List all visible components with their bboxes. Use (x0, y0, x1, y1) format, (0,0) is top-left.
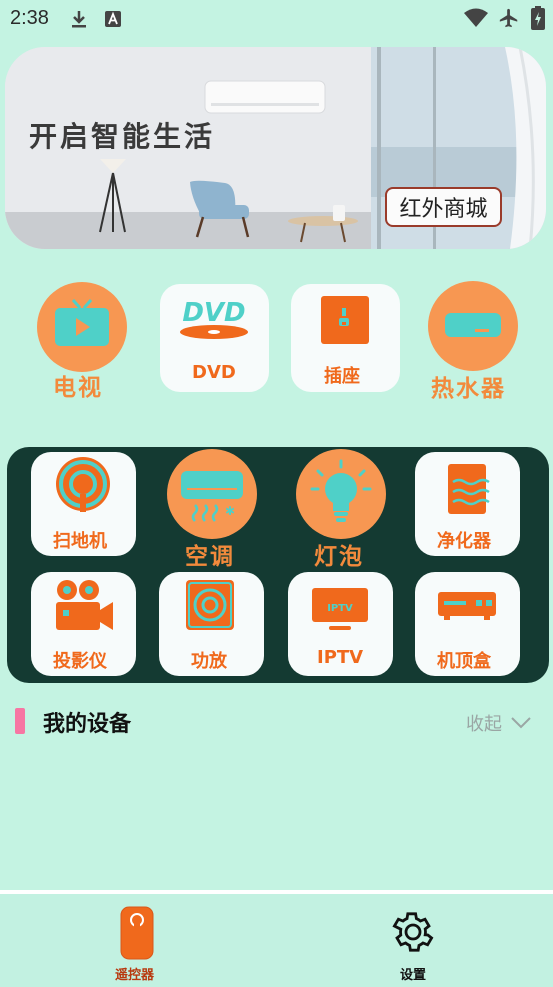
status-bar: 2:38 (0, 0, 553, 38)
projector-icon (56, 580, 113, 630)
category-dvd[interactable]: DVD DVD (160, 284, 269, 392)
airplane-icon (499, 8, 518, 28)
robot-vacuum-icon (56, 457, 110, 512)
category-label: 功放 (191, 651, 227, 672)
status-time: 2:38 (10, 7, 49, 29)
category-amplifier[interactable]: 功放 (159, 572, 264, 676)
svg-text:✱: ✱ (225, 504, 235, 518)
category-label: 投影仪 (53, 651, 107, 672)
category-label: 扫地机 (53, 531, 107, 552)
iptv-screen-text: IPTV (327, 603, 353, 614)
socket-icon (321, 296, 369, 344)
nav-tab-settings[interactable]: 设置 (380, 902, 446, 983)
nav-tab-label: 设置 (400, 968, 427, 983)
category-label: 热水器 (431, 375, 506, 402)
category-projector[interactable]: 投影仪 (31, 572, 136, 676)
nav-tab-label: 遥控器 (115, 968, 155, 983)
category-iptv[interactable]: IPTV IPTV (288, 572, 393, 676)
category-label: 空调 (185, 543, 235, 570)
purifier-icon (448, 464, 490, 514)
battery-icon (531, 6, 545, 30)
a-notification-icon (105, 11, 121, 27)
chevron-down-icon (511, 717, 531, 729)
download-icon (72, 11, 86, 28)
set-top-box-icon (438, 592, 496, 620)
category-air-conditioner[interactable]: ✱ 空调 (167, 449, 259, 570)
category-label: 电视 (53, 374, 103, 401)
category-label: 净化器 (437, 531, 491, 552)
category-label: 灯泡 (314, 543, 364, 570)
my-devices-title: 我的设备 (43, 712, 132, 737)
category-label: DVD (192, 362, 236, 383)
category-socket[interactable]: 插座 (291, 284, 400, 392)
gear-icon (392, 912, 434, 952)
nav-tab-remote[interactable]: 遥控器 (104, 902, 170, 983)
remote-icon (120, 906, 154, 960)
bottom-nav: 遥控器 设置 (0, 890, 553, 987)
category-label: 插座 (324, 366, 360, 387)
banner-slogan: 开启智能生活 (29, 120, 216, 153)
category-light-bulb[interactable]: 灯泡 (296, 449, 388, 570)
category-robot-vacuum[interactable]: 扫地机 (31, 452, 136, 556)
light-bulb-icon (310, 459, 372, 522)
air-conditioner-icon: ✱ (181, 471, 243, 522)
water-heater-icon (445, 313, 501, 337)
ir-mall-button[interactable]: 红外商城 (385, 187, 502, 227)
category-set-top-box[interactable]: 机顶盒 (415, 572, 520, 676)
wifi-icon (464, 8, 488, 27)
category-purifier[interactable]: 净化器 (415, 452, 520, 556)
category-tv[interactable]: 电视 (36, 282, 128, 401)
tv-icon (55, 299, 109, 346)
amplifier-icon (186, 580, 234, 630)
collapse-label: 收起 (466, 714, 502, 735)
dvd-logo-text: DVD (182, 298, 245, 328)
category-label: IPTV (317, 647, 364, 668)
banner[interactable]: 开启智能生活 红外商城 (5, 47, 546, 249)
section-accent-bar (15, 708, 25, 734)
category-label: 机顶盒 (437, 651, 491, 672)
iptv-icon: IPTV (312, 588, 368, 630)
category-water-heater[interactable]: 热水器 (428, 281, 528, 402)
dvd-icon: DVD (180, 298, 248, 339)
collapse-toggle[interactable]: 收起 (466, 710, 532, 736)
